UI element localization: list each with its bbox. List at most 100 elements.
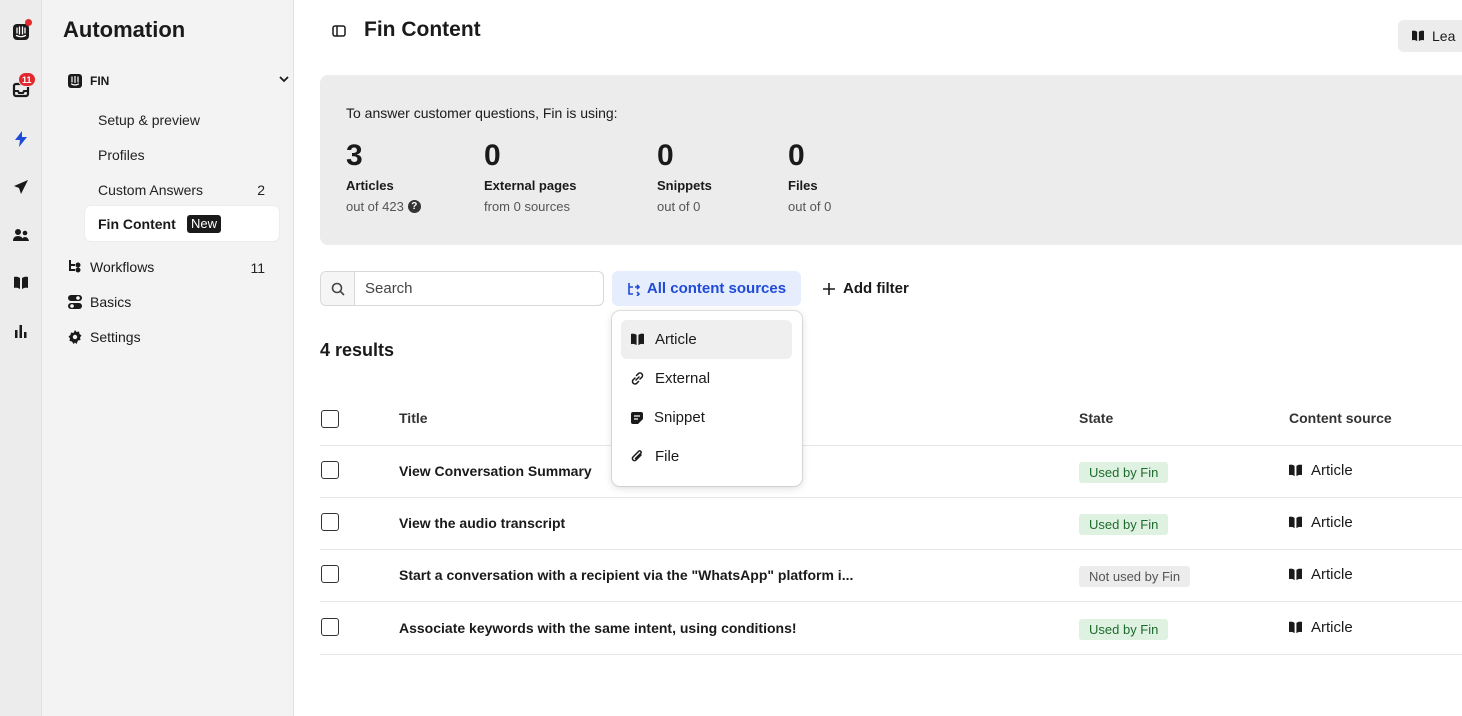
snippet-icon [631,411,643,424]
sidebar-item-label: Basics [90,294,132,310]
fin-icon [68,74,82,88]
stat-label: Articles [346,178,394,193]
panel-toggle-icon[interactable] [332,24,346,38]
dropdown-item-label: External [655,370,711,387]
notification-dot [25,19,32,26]
intercom-logo-icon[interactable] [0,17,42,47]
sidebar-item-basics[interactable]: Basics [67,294,131,310]
search-input[interactable] [355,272,603,305]
sidebar-item-workflows[interactable]: Workflows [67,259,154,275]
automation-sidebar: Automation FIN Setup & preview Profiles … [42,0,294,716]
fin-section-label: FIN [90,74,110,88]
content-sources-button[interactable]: All content sources [612,271,801,306]
sidebar-item-settings[interactable]: Settings [67,329,141,345]
table-row[interactable]: View Conversation Summary Used by Fin Ar… [320,446,1462,498]
stat-value: 0 [657,139,674,172]
stat-label: Snippets [657,178,712,193]
sidebar-item-fin-content[interactable]: Fin Content New [85,206,279,241]
learn-button-label: Lea [1432,28,1456,44]
fin-section-header[interactable]: FIN [67,73,289,89]
plus-icon [823,282,835,295]
column-state[interactable]: State [1079,410,1113,426]
reports-icon[interactable] [0,316,42,346]
content-source: Article [1288,566,1353,583]
stat-external-pages: 0 External pages from 0 sources [484,139,577,214]
stat-label: External pages [484,178,577,193]
help-icon[interactable]: ? [407,200,421,213]
send-icon[interactable] [0,172,42,202]
sidebar-item-setup-preview[interactable]: Setup & preview [98,112,200,128]
add-filter-button[interactable]: Add filter [823,280,909,297]
dropdown-item-file[interactable]: File [621,437,792,476]
book-icon [1412,30,1424,42]
book-icon [1289,464,1302,477]
dropdown-item-external[interactable]: External [621,359,792,398]
stat-sub: from 0 sources [484,199,570,214]
book-icon [1289,568,1302,581]
stats-intro: To answer customer questions, Fin is usi… [346,105,618,121]
table-row[interactable]: Associate keywords with the same intent,… [320,603,1462,655]
sidebar-item-profiles[interactable]: Profiles [98,147,145,163]
chevron-down-icon[interactable] [278,73,290,85]
column-content-source[interactable]: Content source [1289,410,1392,426]
stat-sub: out of 0 [657,199,701,214]
main-content: Fin Content Lea To answer customer quest… [294,0,1462,716]
row-title[interactable]: View the audio transcript [399,515,565,531]
dropdown-item-article[interactable]: Article [621,320,792,359]
stat-files: 0 Files out of 0 [788,139,831,214]
state-badge: Not used by Fin [1079,566,1191,587]
paperclip-icon [631,450,642,462]
sidebar-item-label: Fin Content [98,216,176,232]
stat-sub: out of 423? [346,199,421,214]
book-icon[interactable] [0,268,42,298]
sidebar-item-label: Workflows [90,259,155,275]
table-row[interactable]: Start a conversation with a recipient vi… [320,550,1462,602]
stat-value: 3 [346,139,363,172]
table-row[interactable]: View the audio transcript Used by Fin Ar… [320,498,1462,550]
state-badge: Used by Fin [1079,619,1169,640]
stat-articles: 3 Articles out of 423? [346,139,421,214]
select-all-checkbox[interactable] [321,410,339,428]
content-source-label: Article [1311,462,1353,479]
toggle-icon [68,295,82,309]
dropdown-item-label: File [655,448,680,465]
dropdown-item-snippet[interactable]: Snippet [621,398,792,437]
sidebar-item-label: Setup & preview [98,112,200,128]
sidebar-item-custom-answers[interactable]: Custom Answers [98,182,203,198]
sidebar-item-label: Profiles [98,147,145,163]
book-icon [1289,516,1302,529]
icon-rail: 11 [0,0,42,716]
dropdown-item-label: Snippet [654,409,705,426]
stat-sub: out of 0 [788,199,832,214]
column-title[interactable]: Title [399,410,428,426]
stat-value: 0 [484,139,501,172]
stat-sub-text: out of 423 [346,199,404,214]
add-filter-label: Add filter [843,280,909,297]
stat-snippets: 0 Snippets out of 0 [657,139,712,214]
content-sources-dropdown: Article External Snippet File [612,311,802,486]
inbox-icon[interactable]: 11 [0,72,42,105]
table-header: Title State Content source [320,395,1462,446]
sidebar-title: Automation [63,17,186,42]
workflows-count: 11 [250,260,265,276]
custom-answers-count: 2 [257,182,265,198]
results-count: 4 results [320,340,395,360]
row-title[interactable]: View Conversation Summary [399,463,592,479]
contacts-icon[interactable] [0,220,42,250]
row-title[interactable]: Associate keywords with the same intent,… [399,620,797,636]
state-badge: Used by Fin [1079,514,1169,535]
sources-icon [628,282,641,296]
fin-usage-summary: To answer customer questions, Fin is usi… [320,75,1462,245]
lightning-icon[interactable] [0,124,42,154]
gear-icon [68,330,82,344]
new-tag: New [187,215,222,233]
row-checkbox[interactable] [321,461,339,479]
row-title[interactable]: Start a conversation with a recipient vi… [399,567,853,583]
link-icon [631,372,644,385]
row-checkbox[interactable] [321,513,339,531]
learn-button[interactable]: Lea [1398,20,1462,52]
row-checkbox[interactable] [321,618,339,636]
search-box [320,271,604,306]
row-checkbox[interactable] [321,565,339,583]
content-sources-label: All content sources [646,280,787,297]
